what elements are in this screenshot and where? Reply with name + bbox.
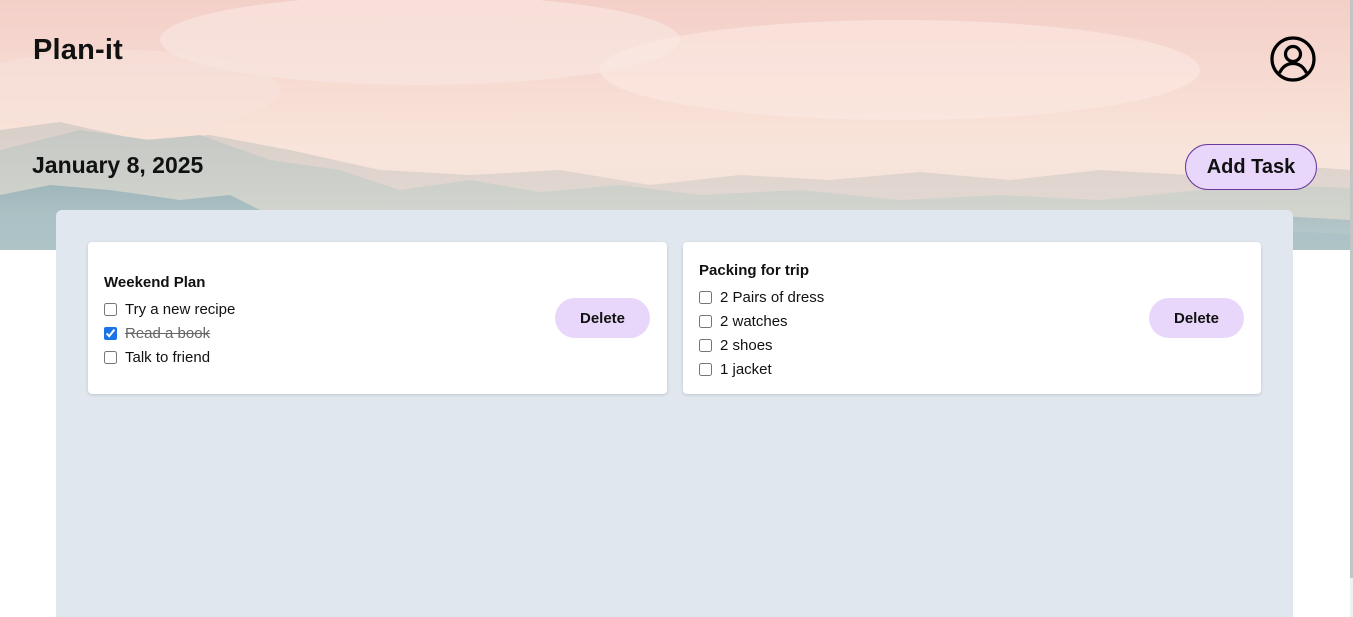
delete-button[interactable]: Delete (555, 298, 650, 338)
checklist-item[interactable]: 2 watches (699, 309, 824, 333)
current-date: January 8, 2025 (32, 152, 204, 178)
task-card-content: Weekend Plan Try a new recipe Read a boo… (104, 273, 235, 369)
checklist-item[interactable]: Read a book (104, 321, 235, 345)
task-card: Weekend Plan Try a new recipe Read a boo… (88, 242, 667, 394)
item-label: 1 jacket (720, 360, 772, 378)
task-card-title: Packing for trip (699, 262, 810, 279)
item-checkbox[interactable] (699, 290, 712, 304)
item-checkbox[interactable] (104, 302, 117, 316)
task-card: Packing for trip 2 Pairs of dress 2 watc… (683, 242, 1261, 394)
item-label: 2 shoes (720, 336, 773, 354)
user-circle-icon[interactable] (1269, 35, 1317, 83)
checklist-item[interactable]: 2 Pairs of dress (699, 285, 824, 309)
task-card-content: Packing for trip 2 Pairs of dress 2 watc… (699, 261, 824, 381)
task-card-title: Weekend Plan (104, 274, 206, 291)
add-task-button[interactable]: Add Task (1185, 144, 1317, 190)
checklist-item[interactable]: 2 shoes (699, 333, 824, 357)
item-label: Try a new recipe (125, 300, 236, 318)
app-title: Plan-it (33, 34, 124, 66)
item-checkbox[interactable] (699, 362, 712, 376)
item-label: 2 watches (720, 312, 788, 330)
item-label: Read a book (125, 324, 211, 342)
item-checkbox[interactable] (104, 326, 117, 340)
item-checkbox[interactable] (699, 338, 712, 352)
task-board: Weekend Plan Try a new recipe Read a boo… (56, 210, 1293, 617)
item-label: 2 Pairs of dress (720, 288, 825, 306)
checklist-item[interactable]: 1 jacket (699, 357, 824, 381)
checklist-item[interactable]: Try a new recipe (104, 297, 235, 321)
item-checkbox[interactable] (104, 350, 117, 364)
checklist-item[interactable]: Talk to friend (104, 345, 235, 369)
item-label: Talk to friend (125, 348, 211, 366)
item-checkbox[interactable] (699, 314, 712, 328)
delete-button[interactable]: Delete (1149, 298, 1244, 338)
